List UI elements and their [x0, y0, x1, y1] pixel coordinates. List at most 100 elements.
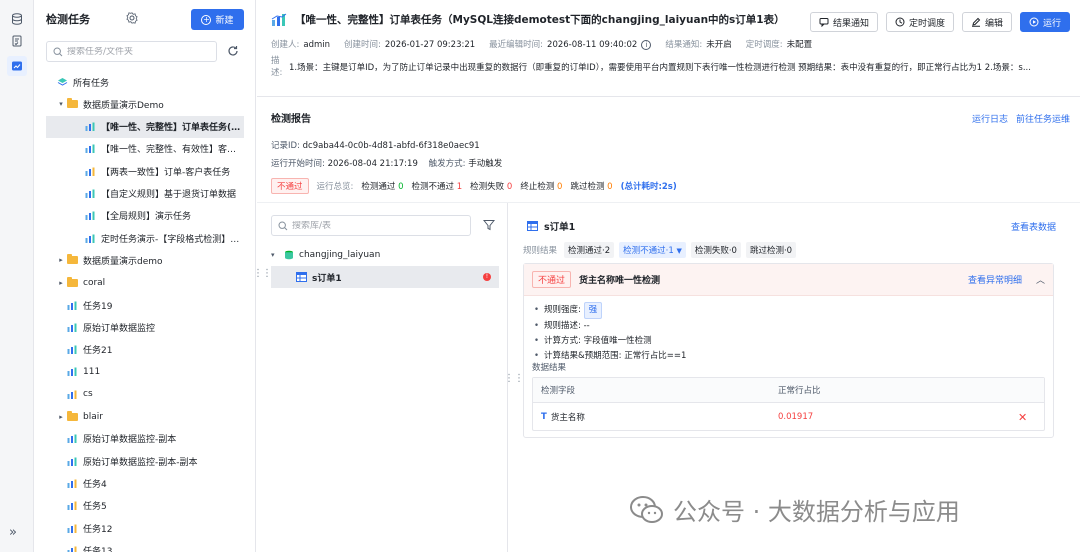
tree-item[interactable]: 所有任务	[46, 71, 244, 93]
task-ops-link[interactable]: 前往任务运维	[1016, 112, 1070, 125]
db-search-box	[271, 215, 471, 236]
view-exception-detail-link[interactable]: 查看异常明细	[968, 273, 1022, 286]
task-chart-icon	[66, 345, 78, 355]
task-search-input[interactable]	[67, 46, 207, 57]
expand-rail-icon[interactable]: »	[9, 525, 17, 540]
refresh-icon[interactable]	[227, 45, 239, 57]
document-check-icon[interactable]	[7, 31, 27, 51]
db-search-input[interactable]	[292, 220, 462, 231]
view-table-data-link[interactable]: 查看表数据	[1011, 220, 1056, 233]
data-result-label: 数据结果	[532, 363, 567, 373]
task-chart-icon	[84, 233, 96, 243]
tree-item-label: 原始订单数据监控-副本	[83, 435, 177, 446]
tree-item[interactable]: ▸ blair	[46, 406, 244, 428]
tree-item[interactable]: 111	[46, 361, 244, 383]
new-task-button[interactable]: + 新建	[191, 9, 244, 30]
schema-node[interactable]: ▾ changjing_laiyuan	[271, 244, 499, 266]
tree-item[interactable]: 定时任务演示-【字段格式检测】订单表	[46, 227, 244, 249]
chip-pass[interactable]: 检测通过·2	[564, 242, 615, 258]
task-warning-icon	[66, 501, 78, 511]
tree-item[interactable]: 任务13	[46, 539, 244, 552]
run-info: 运行开始时间: 2026-08-04 21:17:19 触发方式: 手动触发	[271, 159, 503, 169]
task-warning-icon	[66, 389, 78, 399]
tree-item[interactable]: ▾ 数据质量演示Demo	[46, 93, 244, 115]
chip-skip[interactable]: 跳过检测·0	[745, 242, 797, 258]
chip-fail[interactable]: 检测不通过·1 ▼	[619, 242, 686, 258]
rule-card-header[interactable]: 不通过 货主名称唯一性检测 查看异常明细 ︿	[524, 264, 1053, 296]
task-chart-icon	[66, 456, 78, 466]
tree-item[interactable]: 【唯一性、完整性】订单表任务(MySQL连接demotest下面的changji…	[46, 115, 244, 138]
tree-item-label: 任务4	[83, 479, 107, 490]
tree-item[interactable]: 任务21	[46, 339, 244, 361]
tree-item[interactable]: 原始订单数据监控-副本	[46, 428, 244, 450]
task-chart-icon	[271, 13, 287, 26]
clock-icon	[895, 17, 905, 27]
edit-button[interactable]: 编辑	[961, 12, 1012, 32]
task-meta: 创建人: admin 创建时间: 2026-01-27 09:23:21 最近编辑时…	[271, 40, 813, 50]
tree-item-label: blair	[83, 411, 103, 422]
task-chart-icon	[84, 144, 96, 154]
tree-item-label: cs	[83, 389, 93, 400]
report-title: 检测报告	[271, 114, 311, 125]
tree-item[interactable]: 任务12	[46, 517, 244, 539]
chart-panel-icon[interactable]	[7, 56, 27, 76]
gear-icon[interactable]	[126, 12, 138, 24]
tree-item[interactable]: 任务5	[46, 495, 244, 517]
record-id: 记录ID: dc9aba44-0c0b-4d81-abfd-6f318e0aec…	[271, 141, 480, 151]
tree-item[interactable]: 任务4	[46, 472, 244, 494]
tree-item-label: 任务12	[83, 524, 113, 535]
table-icon	[296, 272, 307, 282]
data-result-table: 检测字段 正常行占比 T 货主名称 0.01917 ✕	[532, 377, 1045, 431]
rule-status-badge: 不通过	[532, 271, 572, 288]
tree-item-label: 原始订单数据监控	[83, 323, 156, 334]
divider	[257, 96, 1080, 97]
task-chart-icon	[84, 189, 96, 199]
tree-item[interactable]: ▸ 数据质量演示demo	[46, 249, 244, 271]
tree-item-label: 【唯一性、完整性】订单表任务(MySQL连接demotest下面的changji…	[101, 123, 244, 134]
run-summary: 不通过 运行总览: 检测通过 0 检测不通过 1 检测失败 0 终止检测 0 跳…	[271, 178, 677, 194]
caret-right-icon[interactable]: ▸	[56, 279, 66, 287]
resize-handle-icon[interactable]: ⋮⋮	[504, 373, 524, 384]
tree-item[interactable]: ▸ coral	[46, 272, 244, 294]
task-warning-icon	[66, 478, 78, 488]
chip-error[interactable]: 检测失败·0	[690, 242, 741, 258]
task-warning-icon	[84, 166, 96, 176]
error-dot-icon: !	[483, 273, 491, 281]
caret-right-icon[interactable]: ▸	[56, 256, 66, 264]
result-notify-button[interactable]: 结果通知	[809, 12, 878, 32]
rule-result-filters: 规则结果 检测通过·2 检测不通过·1 ▼ 检测失败·0 跳过检测·0	[523, 242, 797, 258]
run-log-link[interactable]: 运行日志	[972, 112, 1008, 125]
caret-right-icon[interactable]: ▸	[56, 413, 66, 421]
info-icon[interactable]: i	[641, 40, 652, 50]
tree-item[interactable]: 【自定义规则】基于退货订单数据	[46, 183, 244, 205]
tree-item[interactable]: 【两表一致性】订单-客户表任务	[46, 160, 244, 182]
caret-down-icon[interactable]: ▾	[56, 100, 66, 108]
tree-item-label: 【自定义规则】基于退货订单数据	[101, 190, 237, 200]
rule-card: 不通过 货主名称唯一性检测 查看异常明细 ︿ 规则强度: 强 规则描述: -- …	[523, 263, 1054, 438]
table-node[interactable]: s订单1 !	[271, 266, 499, 288]
database-icon[interactable]	[7, 9, 27, 29]
tree-item[interactable]: 任务19	[46, 294, 244, 316]
task-chart-icon	[84, 122, 96, 132]
divider	[257, 202, 1080, 203]
wechat-icon	[630, 495, 663, 523]
plus-icon: +	[201, 14, 212, 25]
table-icon	[527, 221, 538, 231]
layers-icon	[56, 77, 68, 87]
chevron-up-icon[interactable]: ︿	[1036, 273, 1045, 286]
watermark: 公众号 · 大数据分析与应用	[629, 492, 960, 527]
task-chart-icon	[66, 322, 78, 332]
main-content: 【唯一性、完整性】订单表任务（MySQL连接demotest下面的changji…	[257, 0, 1080, 552]
database-icon	[285, 250, 293, 260]
app-root: » 检测任务 + 新建 所有任务 ▾ 数据质量演示Demo 【唯一性、完整性】订单表任…	[0, 0, 1080, 552]
filter-icon[interactable]	[483, 219, 495, 231]
schedule-button[interactable]: 定时调度	[885, 12, 954, 32]
tree-item[interactable]: 【唯一性、完整性、有效性】客户表任务	[46, 138, 244, 160]
run-button[interactable]: 运行	[1019, 12, 1070, 32]
tree-item[interactable]: 原始订单数据监控-副本-副本	[46, 450, 244, 472]
task-chart-icon	[84, 211, 96, 221]
tree-item[interactable]: 【全局规则】演示任务	[46, 205, 244, 227]
tree-item-label: 任务21	[83, 346, 113, 357]
tree-item[interactable]: cs	[46, 383, 244, 405]
tree-item[interactable]: 原始订单数据监控	[46, 316, 244, 338]
